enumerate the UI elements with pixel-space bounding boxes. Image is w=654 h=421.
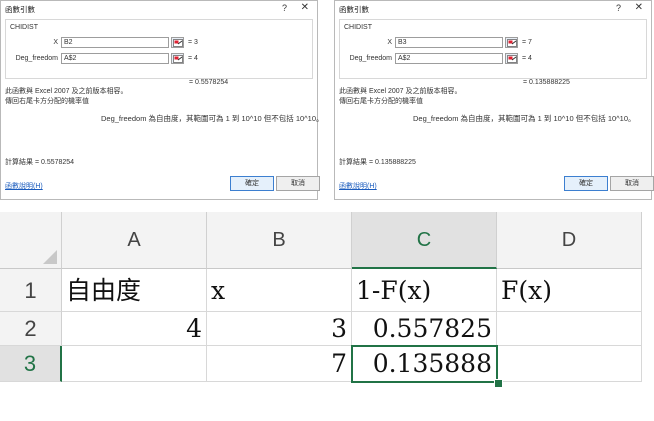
arg-label: Deg_freedom (15, 55, 58, 62)
ok-button[interactable]: 確定 (564, 176, 608, 191)
arg-value: = 4 (522, 55, 532, 62)
arg-input-x[interactable]: B2 (61, 37, 169, 48)
cell-a3[interactable] (62, 346, 207, 382)
cell-c2[interactable]: 0.557825 (352, 312, 497, 346)
arg-value: = 3 (188, 39, 198, 46)
close-icon[interactable]: ✕ (301, 2, 309, 13)
column-header-a[interactable]: A (62, 212, 207, 269)
ok-button[interactable]: 確定 (230, 176, 274, 191)
function-group: CHIDIST X B2 = 3 Deg_freedom A$2 = 4 (5, 19, 313, 79)
column-header-d[interactable]: D (497, 212, 642, 269)
column-header-c[interactable]: C (352, 212, 497, 269)
dialog-title: 函數引數 (5, 5, 35, 14)
select-all-icon (43, 250, 57, 264)
column-header-b[interactable]: B (207, 212, 352, 269)
range-select-icon[interactable] (505, 37, 518, 48)
arg-value: = 4 (188, 55, 198, 62)
cell-b2[interactable]: 3 (207, 312, 352, 346)
cell-d3[interactable] (497, 346, 642, 382)
arg-label: X (387, 39, 392, 46)
arg-label: X (53, 39, 58, 46)
range-select-icon[interactable] (171, 37, 184, 48)
function-result: = 0.135888225 (523, 79, 570, 86)
calculation-result: 計算結果 = 0.5578254 (5, 159, 75, 166)
function-name: CHIDIST (344, 24, 372, 31)
function-result: = 0.5578254 (189, 79, 229, 86)
function-description-2: 傳回右尾卡方分配的機率值 (339, 98, 423, 105)
row-header-2[interactable]: 2 (0, 312, 62, 346)
arg-label: Deg_freedom (349, 55, 392, 62)
arg-row-deg-freedom: Deg_freedom A$2 = 4 (6, 53, 306, 65)
arg-row-x: X B2 = 3 (6, 37, 306, 49)
cancel-button[interactable]: 取消 (276, 176, 320, 191)
cell-a1[interactable]: 自由度 (62, 269, 207, 312)
cell-b1[interactable]: x (207, 269, 352, 312)
arg-row-deg-freedom: Deg_freedom A$2 = 4 (340, 53, 640, 65)
cell-d1[interactable]: F(x) (497, 269, 642, 312)
calculation-result: 計算結果 = 0.135888225 (339, 159, 416, 166)
cancel-button[interactable]: 取消 (610, 176, 654, 191)
argument-description: Deg_freedom 為自由度，其範圍可為 1 到 10^10 但不包括 10… (101, 114, 324, 123)
help-icon[interactable]: ? (616, 3, 621, 13)
cell-a2[interactable]: 4 (62, 312, 207, 346)
close-icon[interactable]: ✕ (635, 2, 643, 13)
function-help-link[interactable]: 函數說明(H) (5, 181, 43, 191)
function-arguments-dialog-2: 函數引數 ? ✕ CHIDIST X B3 = 7 Deg_freedom A$… (334, 0, 654, 200)
function-description: 此函數與 Excel 2007 及之前版本相容。 (5, 88, 128, 95)
function-group: CHIDIST X B3 = 7 Deg_freedom A$2 = 4 (339, 19, 647, 79)
function-name: CHIDIST (10, 24, 38, 31)
function-arguments-dialog-1: 函數引數 ? ✕ CHIDIST X B2 = 3 Deg_freedom A$… (0, 0, 324, 200)
function-description-2: 傳回右尾卡方分配的機率值 (5, 98, 89, 105)
arg-value: = 7 (522, 39, 532, 46)
function-help-link[interactable]: 函數說明(H) (339, 181, 377, 191)
cell-c3[interactable]: 0.135888 (352, 346, 497, 382)
arg-input-deg-freedom[interactable]: A$2 (61, 53, 169, 64)
function-description: 此函數與 Excel 2007 及之前版本相容。 (339, 88, 462, 95)
row-header-1[interactable]: 1 (0, 269, 62, 312)
range-select-icon[interactable] (505, 53, 518, 64)
arg-input-deg-freedom[interactable]: A$2 (395, 53, 503, 64)
range-select-icon[interactable] (171, 53, 184, 64)
arg-row-x: X B3 = 7 (340, 37, 640, 49)
cell-b3[interactable]: 7 (207, 346, 352, 382)
row-header-3[interactable]: 3 (0, 346, 62, 382)
fill-handle[interactable] (494, 379, 503, 388)
argument-description: Deg_freedom 為自由度，其範圍可為 1 到 10^10 但不包括 10… (413, 114, 636, 123)
dialog-title: 函數引數 (339, 5, 369, 14)
arg-input-x[interactable]: B3 (395, 37, 503, 48)
cell-d2[interactable] (497, 312, 642, 346)
cell-c1[interactable]: 1-F(x) (352, 269, 497, 312)
select-all-corner[interactable] (0, 212, 62, 269)
spreadsheet-grid: A B C D 1 2 3 自由度 x 1-F(x) F(x) 4 3 0.55… (0, 212, 654, 421)
help-icon[interactable]: ? (282, 3, 287, 13)
